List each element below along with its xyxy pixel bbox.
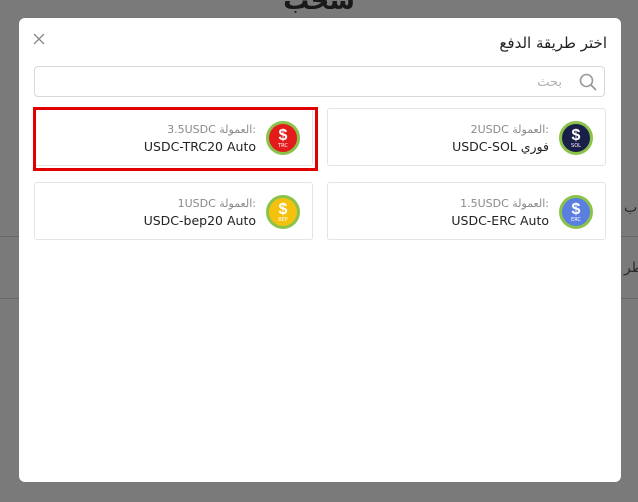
fee-text: 3.5USDC العمولة: xyxy=(144,123,256,137)
fee-value: 2USDC xyxy=(470,123,509,136)
coin-icon: $ BEP xyxy=(266,195,300,229)
fee-value: 1.5USDC xyxy=(460,197,509,210)
fee-label: العمولة: xyxy=(219,123,256,136)
dollar-icon: $ xyxy=(571,200,581,218)
fee-value: 3.5USDC xyxy=(167,123,216,136)
payment-method-card-bep20[interactable]: $ BEP 1USDC العمولة: USDC-bep20 Auto xyxy=(34,182,313,240)
method-name: USDC-SOL فوري xyxy=(452,139,549,154)
fee-label: العمولة: xyxy=(512,123,549,136)
method-name: USDC-ERC Auto xyxy=(451,213,549,228)
payment-method-card-sol[interactable]: $ SOL 2USDC العمولة: USDC-SOL فوري xyxy=(327,108,606,166)
coin-network-tag: SOL xyxy=(571,142,581,149)
coin-network-tag: TRC xyxy=(278,142,288,149)
coin-icon: $ SOL xyxy=(559,121,593,155)
dollar-icon: $ xyxy=(278,200,288,218)
payment-method-card-trc20[interactable]: $ TRC 3.5USDC العمولة: USDC-TRC20 Auto xyxy=(33,107,318,171)
search-box xyxy=(34,66,605,98)
coin-icon: $ TRC xyxy=(266,121,300,155)
coin-network-tag: ERC xyxy=(571,216,581,223)
fee-label: العمولة: xyxy=(219,197,256,210)
payment-method-modal: اختر طريقة الدفع $ TRC 3.5USDC العمولة: … xyxy=(19,18,621,482)
dollar-icon: $ xyxy=(571,126,581,144)
search-input[interactable] xyxy=(43,67,564,98)
close-icon xyxy=(33,33,45,45)
coin-network-tag: BEP xyxy=(278,216,288,223)
dollar-icon: $ xyxy=(278,126,288,144)
payment-method-card-erc[interactable]: $ ERC 1.5USDC العمولة: USDC-ERC Auto xyxy=(327,182,606,240)
method-name: USDC-bep20 Auto xyxy=(143,213,256,228)
close-button[interactable] xyxy=(31,32,47,48)
fee-text: 2USDC العمولة: xyxy=(452,123,549,137)
method-name: USDC-TRC20 Auto xyxy=(143,139,256,154)
fee-text: 1USDC العمولة: xyxy=(144,197,256,211)
modal-title: اختر طريقة الدفع xyxy=(499,34,607,52)
coin-icon: $ ERC xyxy=(559,195,593,229)
fee-value: 1USDC xyxy=(177,197,216,210)
fee-text: 1.5USDC العمولة: xyxy=(451,197,549,211)
search-icon[interactable] xyxy=(578,72,598,92)
fee-label: العمولة: xyxy=(512,197,549,210)
